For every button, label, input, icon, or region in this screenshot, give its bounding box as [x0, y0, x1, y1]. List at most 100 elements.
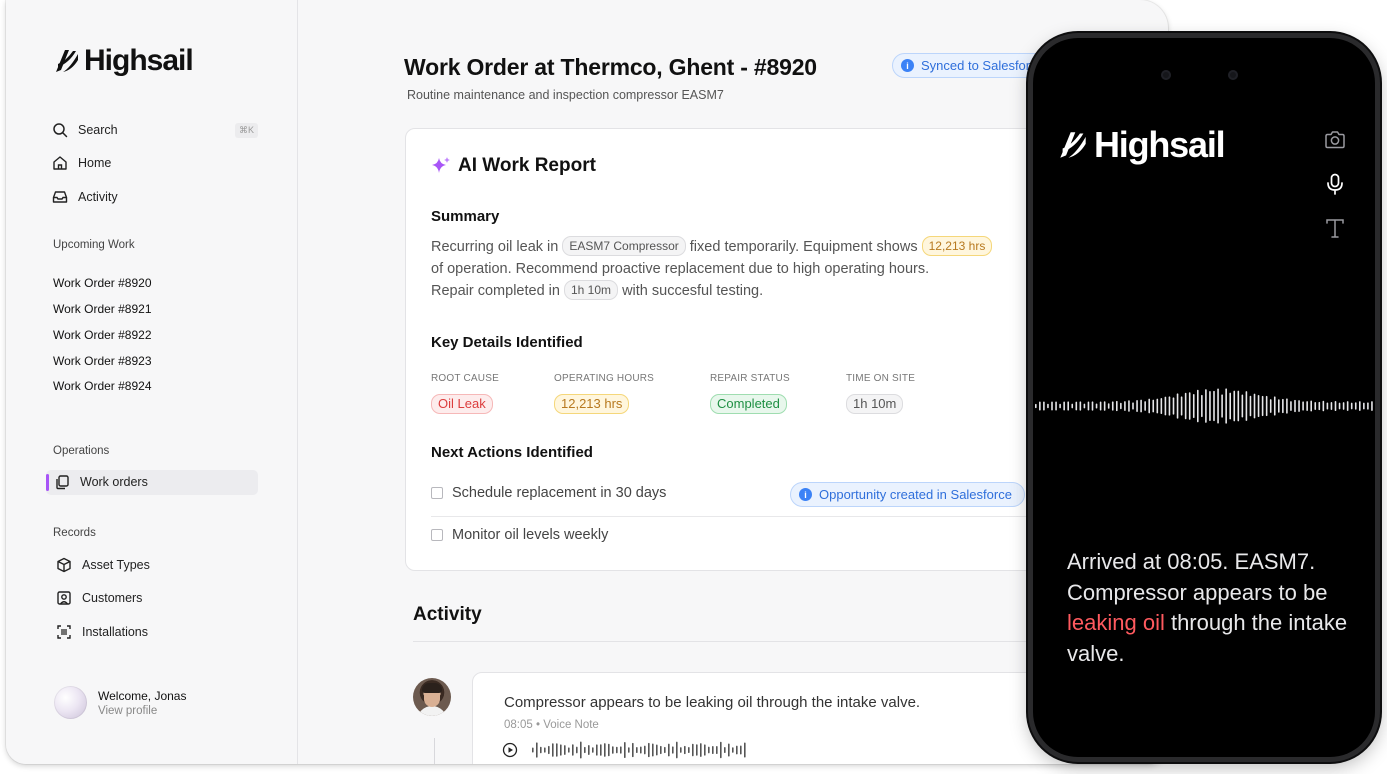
desktop-app-window: Highsail Search ⌘K Home Activity Upcomin…	[6, 0, 1168, 764]
upcoming-work-order-link[interactable]: Work Order #8922	[53, 328, 152, 342]
waveform-bar	[1047, 403, 1049, 409]
waveform-bar	[1302, 401, 1304, 411]
waveform-bar	[696, 744, 698, 756]
waveform-bar	[1188, 392, 1191, 420]
highsail-logo-icon	[1060, 132, 1086, 158]
waveform-bar	[1265, 395, 1268, 417]
waveform-bar	[596, 744, 598, 756]
waveform-bar	[620, 746, 622, 754]
waveform-bar	[624, 741, 626, 759]
waveform-bar	[1197, 389, 1199, 423]
waveform-bar	[616, 746, 618, 754]
nav-home[interactable]: Home	[52, 151, 258, 175]
waveform-bar	[640, 746, 642, 754]
brand-name: Highsail	[84, 44, 194, 77]
waveform-bar	[740, 745, 742, 755]
waveform-bar	[1144, 401, 1146, 411]
waveform-bar	[548, 745, 550, 755]
waveform-bar	[1192, 393, 1195, 419]
view-profile-link[interactable]: View profile	[98, 705, 186, 717]
search-icon	[53, 123, 68, 138]
sidebar-item-customers[interactable]: Customers	[56, 586, 262, 610]
waveform-bar	[1035, 403, 1037, 409]
waveform-bar	[1172, 397, 1175, 415]
text-icon[interactable]	[1323, 216, 1347, 240]
voice-note-waveform[interactable]	[530, 740, 750, 760]
waveform-bar	[1278, 399, 1280, 413]
active-nav-indicator	[46, 474, 49, 491]
waveform-bar	[568, 747, 570, 753]
waveform-bar	[1063, 401, 1065, 411]
waveform-bar	[1140, 399, 1142, 413]
recording-waveform	[1035, 388, 1373, 424]
next-action-item[interactable]: Monitor oil levels weekly	[431, 527, 608, 543]
waveform-bar	[1116, 400, 1118, 412]
waveform-bar	[1180, 396, 1183, 416]
sidebar-item-work-orders[interactable]: Work orders	[54, 470, 260, 494]
waveform-bar	[676, 741, 678, 759]
operating-hours-value: 12,213 hrs	[554, 394, 630, 414]
waveform-bar	[572, 744, 574, 756]
asset-chip[interactable]: EASM7 Compressor	[562, 236, 686, 256]
summary-text: with succesful testing.	[622, 283, 764, 299]
waveform-bar	[628, 747, 630, 753]
waveform-bar	[1330, 402, 1333, 410]
operating-hours-label: OPERATING HOURS	[554, 373, 655, 384]
nav-search[interactable]: Search ⌘K	[52, 118, 258, 142]
status-badge: 1h 10m	[846, 394, 904, 414]
upcoming-work-order-link[interactable]: Work Order #8920	[53, 276, 152, 290]
waveform-bar	[1059, 403, 1061, 409]
live-transcript: Arrived at 08:05. EASM7. Compressor appe…	[1067, 547, 1357, 669]
camera-icon[interactable]	[1323, 128, 1347, 152]
phone-brand-logo: Highsail	[1058, 124, 1226, 166]
waveform-bar	[1055, 401, 1057, 411]
sidebar-item-installations[interactable]: Installations	[56, 620, 262, 644]
waveform-bar	[540, 746, 542, 754]
waveform-bar	[680, 747, 682, 753]
waveform-bar	[1160, 397, 1163, 415]
salesforce-opportunity-badge[interactable]: i Opportunity created in Salesforce	[790, 482, 1025, 507]
nav-activity[interactable]: Activity	[52, 185, 258, 209]
waveform-bar	[1071, 403, 1074, 409]
divider	[413, 641, 1093, 642]
upcoming-work-order-link[interactable]: Work Order #8924	[53, 379, 152, 393]
upcoming-work-order-link[interactable]: Work Order #8921	[53, 302, 152, 316]
action-checkbox[interactable]	[431, 529, 443, 541]
phone-brand-name: Highsail	[1094, 124, 1226, 165]
upcoming-work-order-link[interactable]: Work Order #8923	[53, 354, 152, 368]
sparkle-icon	[432, 157, 450, 173]
sidebar-item-installations-label: Installations	[82, 625, 149, 639]
waveform-bar	[576, 746, 578, 754]
mobile-phone: Highsail Arrived at 08:05. EASM7. Compre…	[1028, 33, 1380, 762]
activity-time: 08:05	[504, 719, 533, 731]
waveform-bar	[1087, 401, 1090, 411]
sidebar-item-asset-types[interactable]: Asset Types	[56, 553, 262, 577]
waveform-bar	[1354, 402, 1357, 410]
summary-heading: Summary	[431, 208, 500, 225]
waveform-bar	[1229, 392, 1231, 420]
waveform-bar	[1350, 402, 1353, 410]
waveform-bar	[1107, 403, 1110, 409]
ai-work-report-card: AI Work Report Summary Recurring oil lea…	[405, 128, 1085, 571]
waveform-bar	[1120, 402, 1122, 410]
play-icon[interactable]	[502, 742, 518, 758]
waveform-bar	[1128, 400, 1130, 412]
brand-logo[interactable]: Highsail	[54, 44, 194, 78]
waveform-bar	[1290, 401, 1292, 411]
user-profile[interactable]: Welcome, Jonas View profile	[54, 686, 186, 719]
page-title: Work Order at Thermco, Ghent - #8920	[404, 54, 817, 80]
waveform-bar	[600, 744, 602, 756]
waveform-bar	[1184, 392, 1187, 420]
records-heading: Records	[53, 527, 96, 539]
waveform-bar	[1095, 403, 1098, 409]
upcoming-work-heading: Upcoming Work	[53, 239, 135, 251]
microphone-icon[interactable]	[1323, 172, 1347, 196]
root-cause-label: ROOT CAUSE	[431, 373, 499, 384]
waveform-bar	[1103, 401, 1106, 411]
action-checkbox[interactable]	[431, 487, 443, 499]
avatar	[54, 686, 87, 719]
waveform-bar	[732, 747, 734, 753]
waveform-bar	[1091, 401, 1094, 411]
copy-icon	[56, 475, 69, 490]
next-action-item[interactable]: Schedule replacement in 30 days	[431, 485, 666, 501]
